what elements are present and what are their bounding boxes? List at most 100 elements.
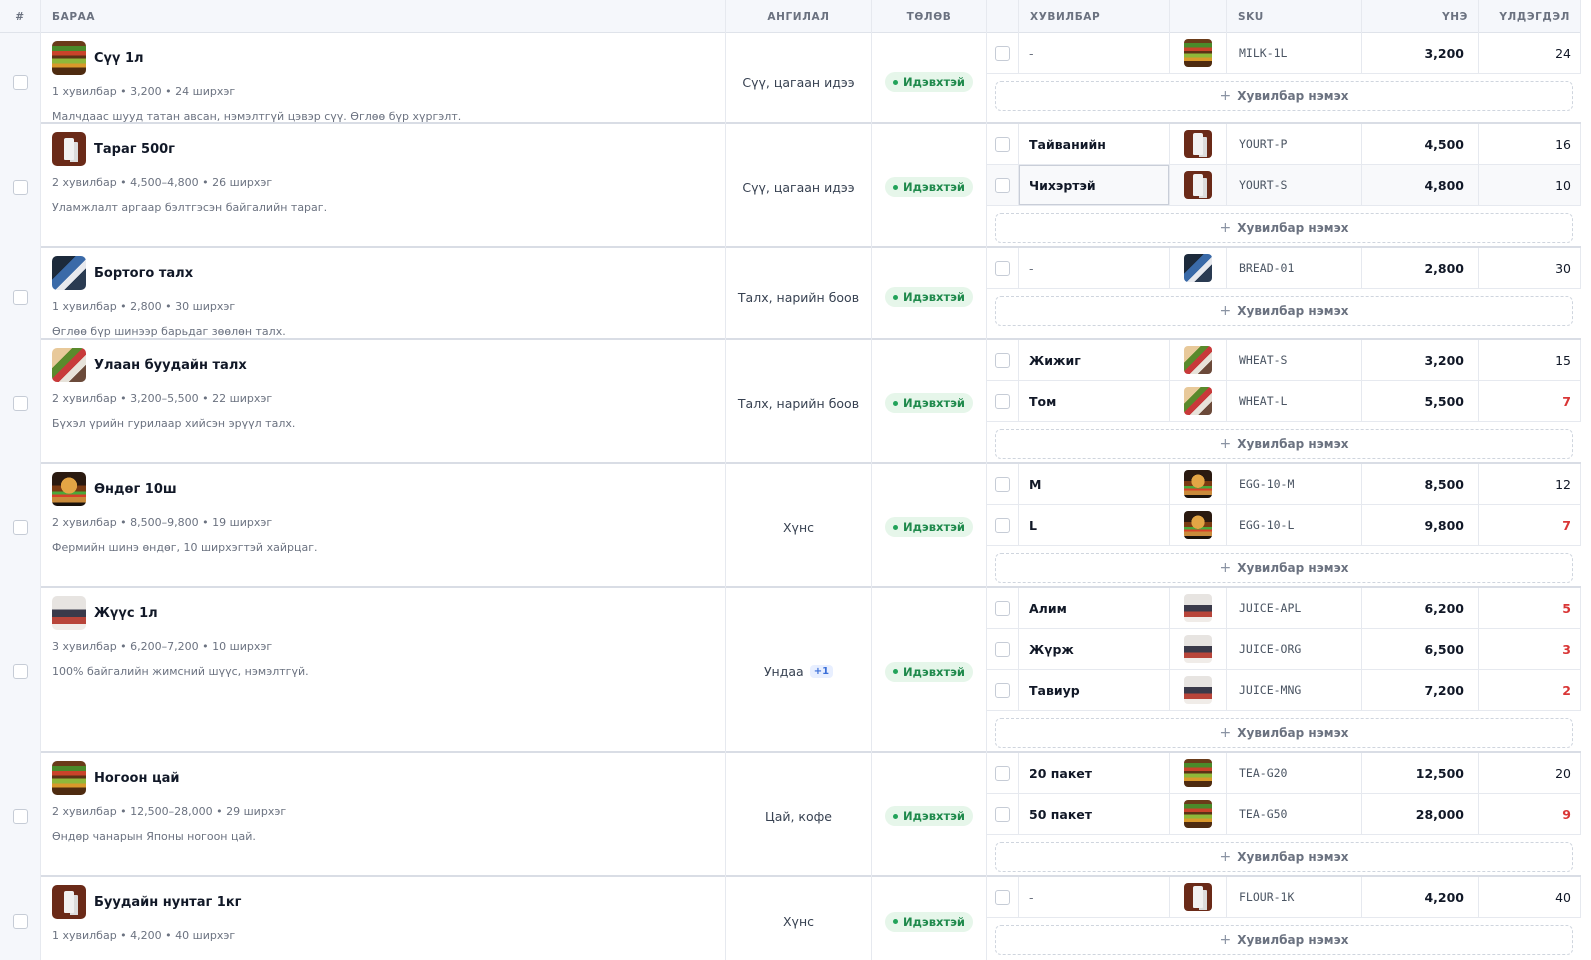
variant-stock[interactable]: 15: [1479, 340, 1581, 380]
header-sku[interactable]: SKU: [1227, 0, 1362, 33]
variant-image-cell[interactable]: [1170, 877, 1227, 917]
product-name[interactable]: Бортого талх: [94, 266, 193, 281]
variant-sku[interactable]: BREAD-01: [1227, 248, 1362, 288]
product-name[interactable]: Сүү 1л: [94, 51, 144, 66]
variant-price[interactable]: 8,500: [1362, 464, 1479, 504]
variant-sku[interactable]: JUICE-APL: [1227, 588, 1362, 628]
status-badge[interactable]: Идэвхтэй: [885, 287, 973, 307]
variant-image-cell[interactable]: [1170, 505, 1227, 545]
product-cell[interactable]: Жүүс 1л 3 хувилбар • 6,200–7,200 • 10 шир…: [41, 588, 726, 755]
variant-price[interactable]: 3,200: [1362, 340, 1479, 380]
variant-stock[interactable]: 2: [1479, 670, 1581, 710]
add-variant-button[interactable]: + Хувилбар нэмэх: [995, 842, 1573, 872]
variant-price[interactable]: 3,200: [1362, 33, 1479, 73]
status-badge[interactable]: Идэвхтэй: [885, 72, 973, 92]
add-variant-button[interactable]: + Хувилбар нэмэх: [995, 925, 1573, 955]
variant-stock[interactable]: 3: [1479, 629, 1581, 669]
add-variant-button[interactable]: + Хувилбар нэмэх: [995, 718, 1573, 748]
product-name[interactable]: Буудайн нунтаг 1кг: [94, 895, 241, 910]
variant-name[interactable]: Тайванийн: [1019, 124, 1170, 164]
variant-checkbox[interactable]: [995, 765, 1010, 781]
variant-name[interactable]: Чихэртэй: [1019, 165, 1170, 205]
product-name[interactable]: Улаан буудайн талх: [94, 358, 247, 373]
variant-sku[interactable]: EGG-10-L: [1227, 505, 1362, 545]
variant-stock[interactable]: 7: [1479, 381, 1581, 421]
variant-image-cell[interactable]: [1170, 248, 1227, 288]
variant-stock[interactable]: 16: [1479, 124, 1581, 164]
variant-image-cell[interactable]: [1170, 794, 1227, 834]
variant-sku[interactable]: TEA-G20: [1227, 753, 1362, 793]
header-variant[interactable]: ХУВИЛБАР: [1019, 0, 1170, 33]
add-variant-button[interactable]: + Хувилбар нэмэх: [995, 553, 1573, 583]
variant-price[interactable]: 6,500: [1362, 629, 1479, 669]
variant-stock[interactable]: 10: [1479, 165, 1581, 205]
variant-checkbox[interactable]: [995, 600, 1010, 616]
variant-name[interactable]: -: [1019, 877, 1170, 917]
variant-image-cell[interactable]: [1170, 464, 1227, 504]
variant-image-cell[interactable]: [1170, 588, 1227, 628]
add-variant-button[interactable]: + Хувилбар нэмэх: [995, 81, 1573, 111]
variant-name[interactable]: Том: [1019, 381, 1170, 421]
variant-price[interactable]: 6,200: [1362, 588, 1479, 628]
row-checkbox[interactable]: [12, 664, 28, 679]
product-cell[interactable]: Бортого талх 1 хувилбар • 2,800 • 30 ширх…: [41, 248, 726, 346]
header-stock[interactable]: ҮЛДЭГДЭЛ: [1479, 0, 1581, 33]
category-cell[interactable]: Хүнс: [726, 464, 872, 590]
variant-name[interactable]: M: [1019, 464, 1170, 504]
variant-name[interactable]: Жүрж: [1019, 629, 1170, 669]
variant-price[interactable]: 4,200: [1362, 877, 1479, 917]
variant-price[interactable]: 4,800: [1362, 165, 1479, 205]
variant-price[interactable]: 12,500: [1362, 753, 1479, 793]
variant-image-cell[interactable]: [1170, 165, 1227, 205]
variant-checkbox[interactable]: [995, 352, 1010, 368]
variant-name[interactable]: -: [1019, 33, 1170, 73]
variant-name[interactable]: Жижиг: [1019, 340, 1170, 380]
row-checkbox[interactable]: [12, 914, 28, 929]
variant-image-cell[interactable]: [1170, 753, 1227, 793]
variant-sku[interactable]: YOURT-P: [1227, 124, 1362, 164]
variant-name[interactable]: 50 пакет: [1019, 794, 1170, 834]
variant-price[interactable]: 28,000: [1362, 794, 1479, 834]
status-badge[interactable]: Идэвхтэй: [885, 517, 973, 537]
variant-stock[interactable]: 7: [1479, 505, 1581, 545]
row-checkbox[interactable]: [12, 519, 28, 535]
variant-price[interactable]: 2,800: [1362, 248, 1479, 288]
variant-stock[interactable]: 9: [1479, 794, 1581, 834]
variant-checkbox[interactable]: [995, 136, 1010, 152]
category-cell[interactable]: Цай, кофе: [726, 753, 872, 879]
row-checkbox[interactable]: [12, 289, 28, 305]
variant-checkbox[interactable]: [995, 45, 1010, 61]
variant-name[interactable]: 20 пакет: [1019, 753, 1170, 793]
row-checkbox[interactable]: [12, 74, 28, 90]
category-cell[interactable]: Талх, нарийн боов: [726, 340, 872, 466]
variant-sku[interactable]: YOURT-S: [1227, 165, 1362, 205]
variant-name[interactable]: -: [1019, 248, 1170, 288]
product-cell[interactable]: Өндөг 10ш 2 хувилбар • 8,500–9,800 • 19 ш…: [41, 464, 726, 590]
variant-sku[interactable]: WHEAT-S: [1227, 340, 1362, 380]
variant-image-cell[interactable]: [1170, 629, 1227, 669]
header-category[interactable]: АНГИЛАЛ: [726, 0, 872, 33]
variant-checkbox[interactable]: [995, 476, 1010, 492]
variant-price[interactable]: 7,200: [1362, 670, 1479, 710]
variant-sku[interactable]: MILK-1L: [1227, 33, 1362, 73]
product-cell[interactable]: Тараг 500г 2 хувилбар • 4,500–4,800 • 26 …: [41, 124, 726, 250]
variant-checkbox[interactable]: [995, 682, 1010, 698]
product-name[interactable]: Жүүс 1л: [94, 606, 158, 621]
variant-checkbox[interactable]: [995, 517, 1010, 533]
variant-stock[interactable]: 20: [1479, 753, 1581, 793]
product-cell[interactable]: Улаан буудайн талх 2 хувилбар • 3,200–5,5…: [41, 340, 726, 466]
variant-checkbox[interactable]: [995, 177, 1010, 193]
status-badge[interactable]: Идэвхтэй: [885, 393, 973, 413]
row-checkbox[interactable]: [12, 808, 28, 824]
variant-checkbox[interactable]: [995, 260, 1010, 276]
category-cell[interactable]: Сүү, цагаан идээ: [726, 124, 872, 250]
variant-name[interactable]: Тавиур: [1019, 670, 1170, 710]
header-price[interactable]: ҮНЭ: [1362, 0, 1479, 33]
variant-sku[interactable]: WHEAT-L: [1227, 381, 1362, 421]
variant-image-cell[interactable]: [1170, 124, 1227, 164]
variant-sku[interactable]: JUICE-MNG: [1227, 670, 1362, 710]
product-cell[interactable]: Сүү 1л 1 хувилбар • 3,200 • 24 ширхэг Малч…: [41, 33, 726, 131]
variant-sku[interactable]: FLOUR-1K: [1227, 877, 1362, 917]
variant-price[interactable]: 9,800: [1362, 505, 1479, 545]
status-badge[interactable]: Идэвхтэй: [885, 661, 973, 682]
